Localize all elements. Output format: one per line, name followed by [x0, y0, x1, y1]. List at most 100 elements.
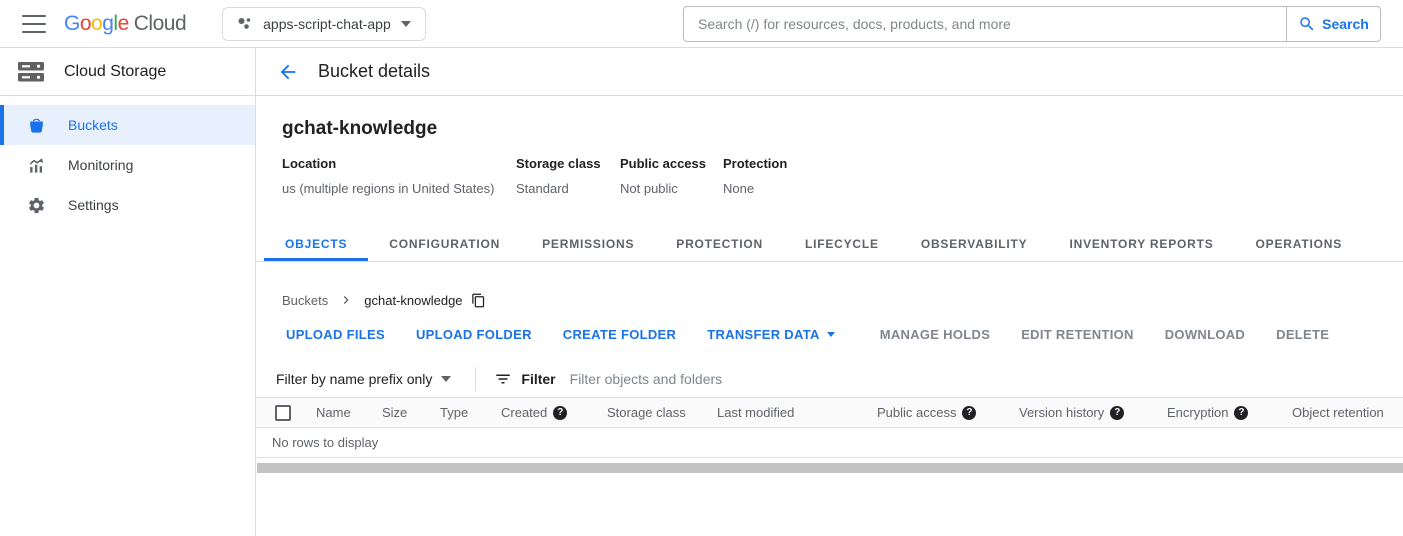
- edit-retention-button[interactable]: EDIT RETENTION: [1021, 327, 1134, 342]
- sidebar: Cloud Storage Buckets: [0, 48, 256, 536]
- meta-location: Location us (multiple regions in United …: [282, 156, 516, 196]
- tab-observability[interactable]: OBSERVABILITY: [900, 230, 1049, 261]
- search-icon: [1298, 15, 1316, 33]
- column-header-encryption[interactable]: Encryption?: [1167, 405, 1292, 420]
- help-icon[interactable]: ?: [553, 406, 567, 420]
- tab-operations[interactable]: OPERATIONS: [1235, 230, 1363, 261]
- disabled-actions: MANAGE HOLDS EDIT RETENTION DOWNLOAD DEL…: [880, 327, 1361, 342]
- project-name: apps-script-chat-app: [263, 16, 391, 32]
- meta-value: us (multiple regions in United States): [282, 181, 516, 196]
- project-icon: [237, 16, 253, 32]
- filter-bar: Filter by name prefix only Filter: [256, 361, 1403, 398]
- tab-bar: OBJECTS CONFIGURATION PERMISSIONS PROTEC…: [256, 230, 1403, 262]
- monitoring-icon: [26, 155, 46, 175]
- filter-label: Filter: [521, 371, 555, 387]
- page-title: Bucket details: [318, 61, 430, 82]
- sidebar-title: Cloud Storage: [64, 63, 166, 81]
- tab-permissions[interactable]: PERMISSIONS: [521, 230, 655, 261]
- tab-inventory-reports[interactable]: INVENTORY REPORTS: [1048, 230, 1234, 261]
- tab-protection[interactable]: PROTECTION: [655, 230, 784, 261]
- breadcrumb-current: gchat-knowledge: [364, 293, 462, 308]
- delete-button[interactable]: DELETE: [1276, 327, 1329, 342]
- global-search: Search: [683, 6, 1381, 42]
- tab-objects[interactable]: OBJECTS: [264, 230, 368, 261]
- bucket-name: gchat-knowledge: [282, 118, 1403, 140]
- transfer-data-label: TRANSFER DATA: [707, 327, 819, 342]
- sidebar-item-label: Monitoring: [68, 157, 133, 173]
- manage-holds-button[interactable]: MANAGE HOLDS: [880, 327, 991, 342]
- download-button[interactable]: DOWNLOAD: [1165, 327, 1245, 342]
- sidebar-nav: Buckets Monitoring: [0, 105, 255, 225]
- upload-files-button[interactable]: UPLOAD FILES: [286, 327, 385, 342]
- select-all-cell: [275, 405, 316, 421]
- upload-folder-button[interactable]: UPLOAD FOLDER: [416, 327, 532, 342]
- logo-google-text: Google: [64, 12, 129, 36]
- tab-configuration[interactable]: CONFIGURATION: [368, 230, 521, 261]
- search-button-label: Search: [1322, 16, 1369, 32]
- meta-label: Storage class: [516, 156, 620, 171]
- create-folder-button[interactable]: CREATE FOLDER: [563, 327, 676, 342]
- column-header-storage-class[interactable]: Storage class: [607, 405, 717, 420]
- column-header-name[interactable]: Name: [316, 405, 382, 420]
- divider: [475, 367, 476, 391]
- meta-storage-class: Storage class Standard: [516, 156, 620, 196]
- page-header: Bucket details: [256, 48, 1403, 96]
- horizontal-scrollbar[interactable]: [256, 463, 1403, 473]
- gear-icon: [26, 195, 46, 215]
- chevron-right-icon: [338, 292, 354, 308]
- project-selector[interactable]: apps-script-chat-app: [222, 7, 426, 41]
- column-header-type[interactable]: Type: [440, 405, 501, 420]
- sidebar-item-monitoring[interactable]: Monitoring: [0, 145, 255, 185]
- chevron-down-icon: [441, 376, 451, 382]
- column-header-object-retention[interactable]: Object retention: [1292, 405, 1403, 420]
- meta-value: None: [723, 181, 787, 196]
- filter-icon: [494, 370, 512, 388]
- filter-input[interactable]: [570, 371, 870, 387]
- bucket-summary: gchat-knowledge Location us (multiple re…: [256, 118, 1403, 196]
- meta-label: Location: [282, 156, 516, 171]
- google-cloud-logo[interactable]: Google Cloud: [64, 12, 186, 36]
- help-icon[interactable]: ?: [1234, 406, 1248, 420]
- search-input[interactable]: [684, 7, 1286, 41]
- scrollbar-thumb[interactable]: [257, 463, 1403, 473]
- meta-public-access: Public access Not public: [620, 156, 723, 196]
- copy-icon[interactable]: [471, 293, 486, 308]
- chevron-down-icon: [401, 21, 411, 27]
- meta-label: Public access: [620, 156, 723, 171]
- meta-protection: Protection None: [723, 156, 787, 196]
- sidebar-item-label: Buckets: [68, 117, 118, 133]
- empty-table-message: No rows to display: [256, 428, 1403, 458]
- sidebar-header: Cloud Storage: [0, 48, 255, 96]
- transfer-data-button[interactable]: TRANSFER DATA: [707, 327, 834, 342]
- meta-value: Not public: [620, 181, 723, 196]
- select-all-checkbox[interactable]: [275, 405, 291, 421]
- cloud-storage-icon: [16, 60, 46, 84]
- main-panel: Bucket details gchat-knowledge Location …: [256, 48, 1403, 536]
- meta-label: Protection: [723, 156, 787, 171]
- column-header-created[interactable]: Created?: [501, 405, 607, 420]
- search-button[interactable]: Search: [1286, 7, 1380, 41]
- logo-cloud-text: Cloud: [134, 12, 186, 36]
- action-toolbar: UPLOAD FILES UPLOAD FOLDER CREATE FOLDER…: [256, 327, 1403, 342]
- sidebar-item-buckets[interactable]: Buckets: [0, 105, 255, 145]
- column-header-size[interactable]: Size: [382, 405, 440, 420]
- help-icon[interactable]: ?: [1110, 406, 1124, 420]
- column-header-version-history[interactable]: Version history?: [1019, 405, 1167, 420]
- hamburger-menu-icon[interactable]: [22, 15, 46, 33]
- meta-value: Standard: [516, 181, 620, 196]
- column-header-public-access[interactable]: Public access?: [877, 405, 1019, 420]
- column-header-last-modified[interactable]: Last modified: [717, 405, 877, 420]
- top-bar: Google Cloud apps-script-chat-app Search: [0, 0, 1403, 48]
- tab-lifecycle[interactable]: LIFECYCLE: [784, 230, 900, 261]
- bucket-meta: Location us (multiple regions in United …: [282, 156, 1403, 196]
- sidebar-item-settings[interactable]: Settings: [0, 185, 255, 225]
- bucket-icon: [26, 115, 46, 135]
- breadcrumb-buckets-link[interactable]: Buckets: [282, 293, 328, 308]
- table-header: Name Size Type Created? Storage class La…: [256, 398, 1403, 428]
- help-icon[interactable]: ?: [962, 406, 976, 420]
- back-arrow-icon[interactable]: [276, 60, 300, 84]
- breadcrumb: Buckets gchat-knowledge: [256, 292, 1403, 308]
- chevron-down-icon: [827, 332, 835, 337]
- filter-scope-label: Filter by name prefix only: [276, 371, 432, 387]
- filter-scope-dropdown[interactable]: Filter by name prefix only: [276, 371, 451, 387]
